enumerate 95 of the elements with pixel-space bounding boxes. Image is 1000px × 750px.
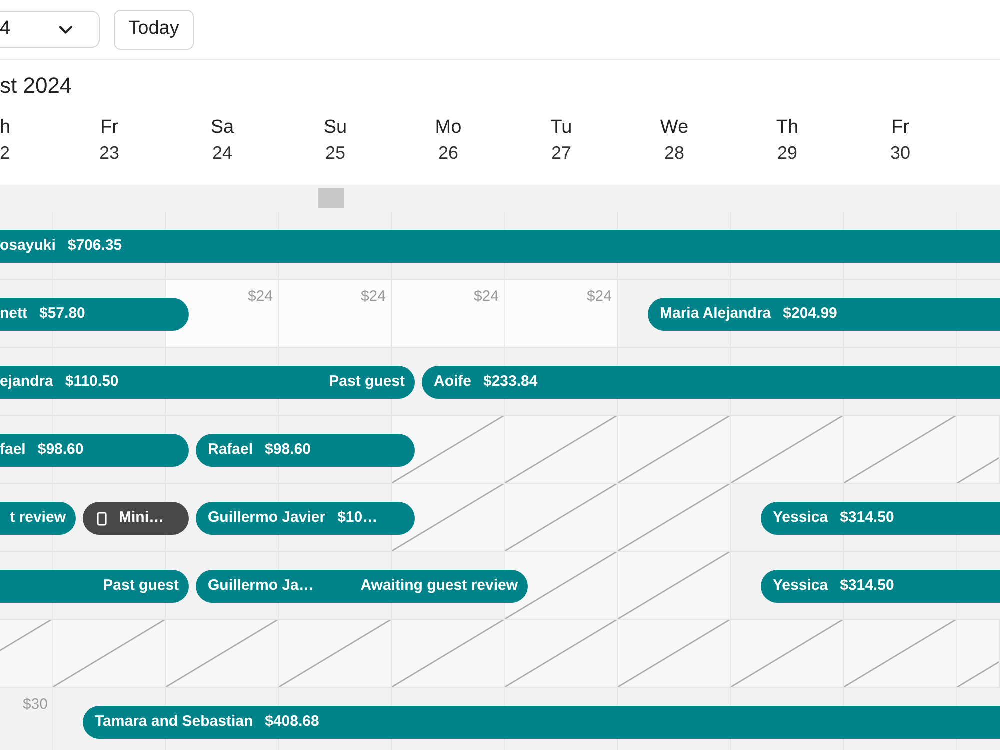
booking-amount: $57.80 — [40, 304, 86, 324]
date-label: 27 — [551, 142, 572, 165]
booking-amount: $314.50 — [840, 508, 894, 528]
available-day-cell[interactable]: $24 — [279, 280, 392, 348]
date-label: 26 — [438, 142, 459, 165]
booking-amount: $706.35 — [68, 236, 122, 256]
guest-name: Tamara and Sebastian — [95, 712, 254, 732]
blocked-day-cell[interactable] — [844, 416, 957, 484]
guest-name: Mini… — [119, 508, 164, 528]
guest-name: Yessica — [773, 576, 828, 596]
blocked-day-cell[interactable] — [731, 416, 844, 484]
month-dropdown[interactable]: 4 — [0, 11, 100, 48]
weekday-label: Tu — [550, 116, 572, 140]
weekday-label: We — [660, 116, 689, 140]
blocked-day-cell[interactable] — [618, 552, 731, 620]
guest-name: nett — [0, 304, 28, 324]
available-day-cell[interactable]: $24 — [505, 280, 618, 348]
nightly-price: $24 — [360, 288, 386, 306]
hold-bar[interactable]: Mini… — [83, 502, 189, 535]
blocked-day-cell[interactable] — [392, 484, 505, 552]
weekday-label: Fr — [100, 116, 118, 140]
blocked-day-cell[interactable] — [505, 620, 618, 688]
blocked-day-cell[interactable] — [844, 620, 957, 688]
blocked-day-cell[interactable] — [957, 416, 1000, 484]
weekday-label: Mo — [435, 116, 462, 140]
rectangle-outline-icon — [97, 512, 107, 526]
guest-name: Guillermo Ja… — [208, 576, 314, 596]
guest-name: Guillermo Javier — [208, 508, 326, 528]
booking-status: Past guest — [103, 576, 179, 596]
available-day-cell[interactable]: $24 — [166, 280, 279, 348]
blocked-day-cell[interactable] — [731, 620, 844, 688]
booking-bar[interactable]: Aoife $233.84 — [422, 366, 1000, 399]
guest-name: Rafael — [208, 440, 254, 460]
date-label: 23 — [99, 142, 120, 165]
booking-bar[interactable]: osayuki $706.35 — [0, 230, 1000, 263]
month-title: st 2024 — [0, 73, 72, 98]
date-label: 30 — [890, 142, 911, 165]
available-day-cell[interactable]: $24 — [392, 280, 505, 348]
booking-amount: $314.50 — [840, 576, 894, 596]
blocked-day-cell[interactable] — [505, 484, 618, 552]
booking-bar[interactable]: fael $98.60 — [0, 434, 189, 467]
booking-amount: $408.68 — [265, 712, 320, 732]
guest-name: fael — [0, 440, 26, 460]
booking-bar[interactable]: Rafael $98.60 — [196, 434, 415, 467]
guest-name: Aoife — [434, 372, 472, 392]
blocked-day-cell[interactable] — [505, 416, 618, 484]
blocked-day-cell[interactable] — [392, 620, 505, 688]
date-label: 24 — [212, 142, 233, 165]
booking-bar[interactable]: Yessica $314.50 — [761, 570, 1000, 603]
blocked-day-cell[interactable] — [0, 620, 53, 688]
blocked-day-cell[interactable] — [618, 416, 731, 484]
booking-status: Awaiting guest review — [360, 576, 518, 596]
booking-bar[interactable]: Yessica $314.50 — [761, 502, 1000, 535]
nightly-price: $24 — [248, 288, 273, 306]
booking-bar[interactable]: Guillermo Ja… Awaiting guest review — [196, 570, 528, 603]
blocked-day-cell[interactable] — [957, 620, 1000, 688]
booking-status: Past guest — [329, 372, 405, 392]
today-button[interactable]: Today — [114, 10, 194, 50]
nightly-price: $24 — [474, 288, 499, 306]
booking-amount: $98.60 — [265, 440, 311, 460]
booking-amount: $110.50 — [65, 372, 119, 392]
booking-bar[interactable]: Tamara and Sebastian $408.68 — [83, 706, 1000, 739]
date-label: 25 — [325, 142, 346, 165]
scrollbar-thumb[interactable] — [318, 188, 344, 208]
blocked-day-cell[interactable] — [392, 416, 505, 484]
blocked-day-cell[interactable] — [166, 620, 279, 688]
booking-amount: $204.99 — [783, 304, 838, 324]
date-label: 2 — [0, 142, 10, 165]
booking-bar[interactable]: ejandra $110.50 Past guest — [0, 366, 415, 399]
blocked-day-cell[interactable] — [279, 620, 392, 688]
booking-bar[interactable]: Guillermo Javier $10… — [196, 502, 415, 535]
guest-name: Maria Alejandra — [660, 304, 772, 324]
blocked-day-cell[interactable] — [618, 620, 731, 688]
nightly-price: $24 — [586, 288, 612, 306]
weekday-label: Su — [324, 116, 348, 140]
guest-name: osayuki — [0, 236, 56, 256]
date-label: 28 — [664, 142, 685, 165]
guest-name: ejandra — [0, 372, 54, 392]
booking-amount: $98.60 — [38, 440, 84, 460]
booking-bar[interactable]: t review — [0, 502, 76, 535]
guest-name: Yessica — [773, 508, 828, 528]
booking-status: t review — [10, 508, 66, 528]
weekday-label: Fr — [892, 116, 910, 140]
blocked-day-cell[interactable] — [53, 620, 166, 688]
weekday-label: Th — [776, 116, 799, 140]
nightly-price: $30 — [22, 696, 48, 714]
blocked-day-cell[interactable] — [618, 484, 731, 552]
booking-bar[interactable]: Past guest — [0, 570, 189, 603]
date-label: 29 — [777, 142, 798, 165]
booking-bar[interactable]: nett $57.80 — [0, 298, 189, 331]
booking-amount: $233.84 — [484, 372, 538, 392]
weekday-label: Sa — [210, 116, 234, 140]
weekday-label: h — [0, 116, 11, 140]
booking-amount: $10… — [338, 508, 378, 528]
booking-bar[interactable]: Maria Alejandra $204.99 — [648, 298, 1000, 331]
